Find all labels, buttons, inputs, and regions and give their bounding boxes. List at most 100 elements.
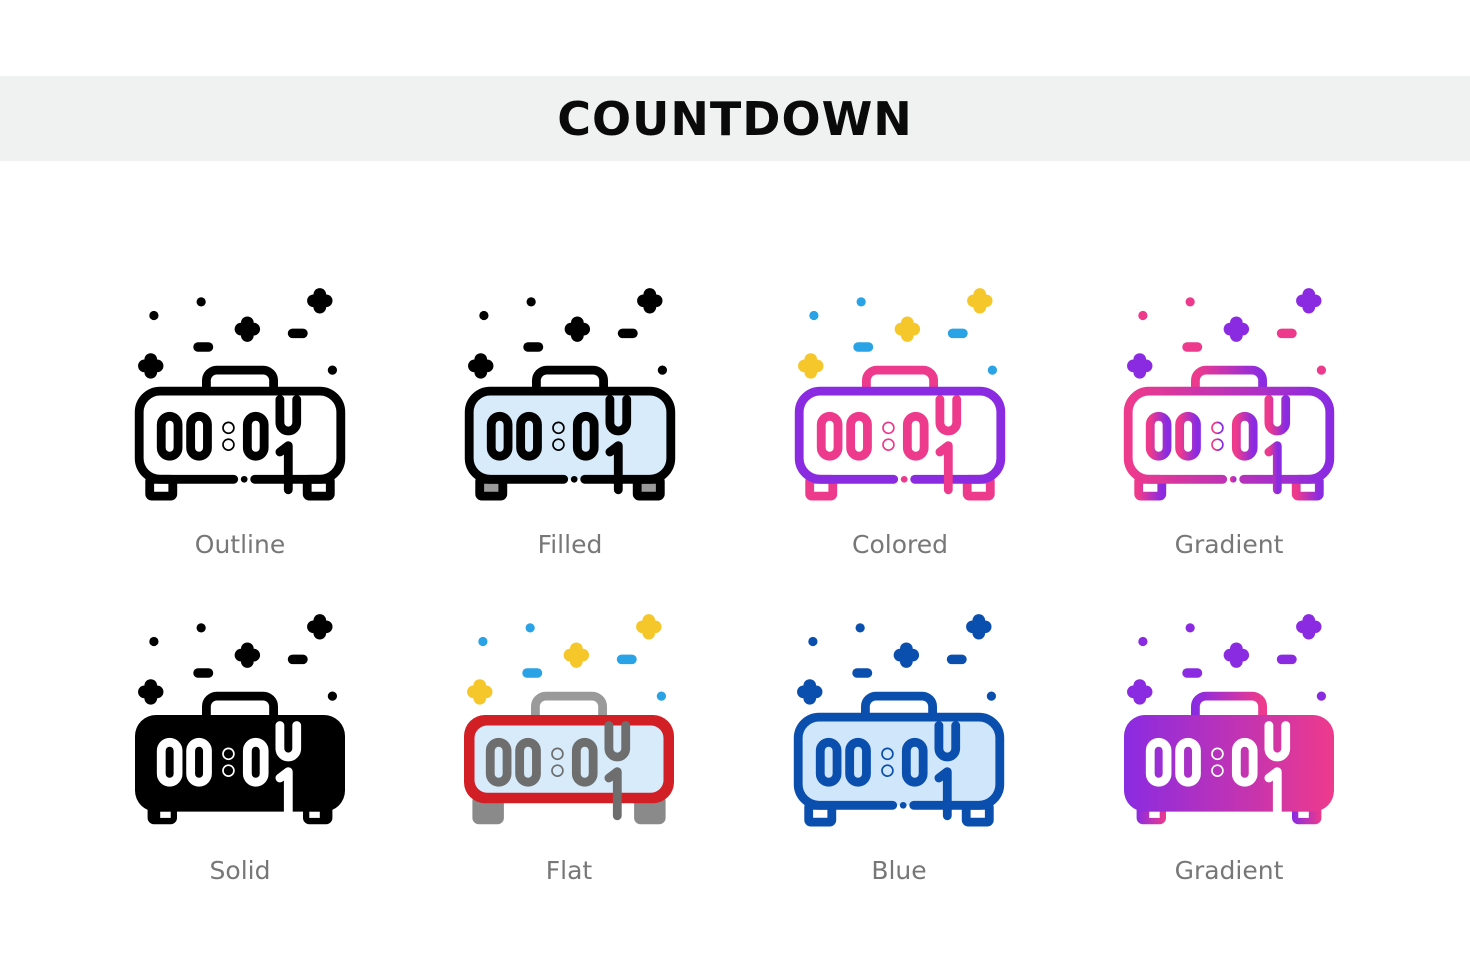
confetti-dot xyxy=(1316,691,1327,701)
confetti-dot xyxy=(1316,365,1327,375)
colon-dot xyxy=(882,438,895,451)
sparkle-icon xyxy=(563,642,590,668)
sparkle-icon xyxy=(1223,642,1250,668)
digit-rolling-top xyxy=(275,395,302,436)
colon-dot xyxy=(222,438,235,451)
clock-handle xyxy=(861,365,939,394)
digit-0 xyxy=(1145,411,1172,461)
confetti-dot xyxy=(526,297,536,307)
clock-handle xyxy=(1190,691,1268,720)
sparkle-icon xyxy=(468,353,494,379)
confetti-dot xyxy=(327,365,338,375)
icon-style-label: Flat xyxy=(545,856,593,885)
sparkle-icon xyxy=(467,679,493,705)
countdown-clock-icon xyxy=(134,288,346,501)
confetti-dot xyxy=(149,310,159,321)
clock-body xyxy=(135,715,345,812)
colon-dot xyxy=(1211,764,1224,777)
digit-0 xyxy=(156,411,183,461)
clock-handle xyxy=(531,365,609,394)
icon-card-colored: Colored xyxy=(790,284,1010,559)
confetti-dot xyxy=(808,636,818,647)
icon-card-flat: Flat xyxy=(459,610,679,885)
colon-dot xyxy=(222,747,235,761)
sparkle-icon xyxy=(234,316,261,342)
sparkle-icon xyxy=(637,288,663,314)
clock-body xyxy=(134,386,346,484)
clock-foot-hole xyxy=(160,811,171,818)
sparkle-icon xyxy=(1296,288,1322,314)
confetti-dot xyxy=(196,623,206,633)
digit-0 xyxy=(186,411,212,461)
indicator-dot xyxy=(1229,475,1237,483)
colon-dot xyxy=(881,764,894,777)
icon-style-label: Filled xyxy=(537,530,603,559)
icon-style-label: Solid xyxy=(209,856,271,885)
sparkle-icon xyxy=(797,679,823,705)
clock-handle xyxy=(860,691,938,720)
confetti-dot xyxy=(327,691,338,701)
sparkle-icon xyxy=(636,614,662,640)
colon-dot xyxy=(1211,438,1224,451)
colon-dot xyxy=(1211,421,1224,435)
confetti-dot xyxy=(856,297,866,307)
indicator-dot xyxy=(240,475,248,483)
confetti-dot xyxy=(478,636,488,647)
icon-card-solid: Solid xyxy=(130,610,350,885)
countdown-clock-icon xyxy=(135,614,345,825)
clock-handle xyxy=(201,365,279,394)
sparkle-icon xyxy=(798,353,824,379)
digit-0 xyxy=(1231,411,1258,461)
colon-dot xyxy=(222,764,235,777)
colon-dot xyxy=(552,421,565,435)
clock-body xyxy=(794,386,1006,484)
indicator-dot xyxy=(570,475,578,483)
clock-foot-hole xyxy=(1149,811,1160,818)
confetti-dot xyxy=(525,623,535,633)
confetti-dot xyxy=(986,691,997,701)
sparkle-icon xyxy=(1127,353,1153,379)
icon-card-outline: Outline xyxy=(130,284,350,559)
confetti-dot xyxy=(1185,623,1195,633)
colon-dot xyxy=(1211,747,1224,761)
clock-handle xyxy=(1190,365,1268,394)
countdown-clock-icon xyxy=(1123,288,1335,501)
clock-body xyxy=(1123,386,1335,484)
digit-0 xyxy=(1175,411,1201,461)
sparkle-icon xyxy=(564,316,591,342)
colon-dot xyxy=(881,747,894,761)
countdown-clock-icon xyxy=(794,288,1006,501)
icon-card-filled: Filled xyxy=(460,284,680,559)
icon-card-blue: Blue xyxy=(789,610,1009,885)
page-title: COUNTDOWN xyxy=(557,91,913,146)
icon-card-gradient-solid: Gradient xyxy=(1119,610,1339,885)
sparkle-icon xyxy=(307,288,333,314)
colon-dot xyxy=(551,747,564,761)
title-banner: COUNTDOWN xyxy=(0,76,1470,161)
countdown-clock-icon xyxy=(464,614,674,825)
sparkle-icon xyxy=(966,614,992,640)
digit-0 xyxy=(902,411,929,461)
confetti-dot xyxy=(855,623,865,633)
confetti-dot xyxy=(1138,310,1148,321)
countdown-clock-icon xyxy=(464,288,676,501)
digit-0 xyxy=(242,411,269,461)
clock-handle xyxy=(201,691,279,720)
sparkle-icon xyxy=(1127,679,1153,705)
confetti-dot xyxy=(149,636,159,647)
sparkle-icon xyxy=(1223,316,1250,342)
sparkle-icon xyxy=(138,353,164,379)
indicator-dot xyxy=(899,801,907,809)
indicator-dot xyxy=(900,475,908,483)
confetti-dot xyxy=(809,310,819,321)
icon-style-label: Blue xyxy=(871,856,927,885)
countdown-clock-icon xyxy=(1124,614,1334,825)
sparkle-icon xyxy=(967,288,993,314)
confetti-dot xyxy=(196,297,206,307)
clock-foot-hole xyxy=(309,811,320,818)
sparkle-icon xyxy=(893,642,920,668)
digit-rolling-top xyxy=(935,395,962,436)
sparkle-icon xyxy=(894,316,921,342)
clock-body xyxy=(1124,715,1334,812)
confetti-dot xyxy=(1138,636,1148,647)
